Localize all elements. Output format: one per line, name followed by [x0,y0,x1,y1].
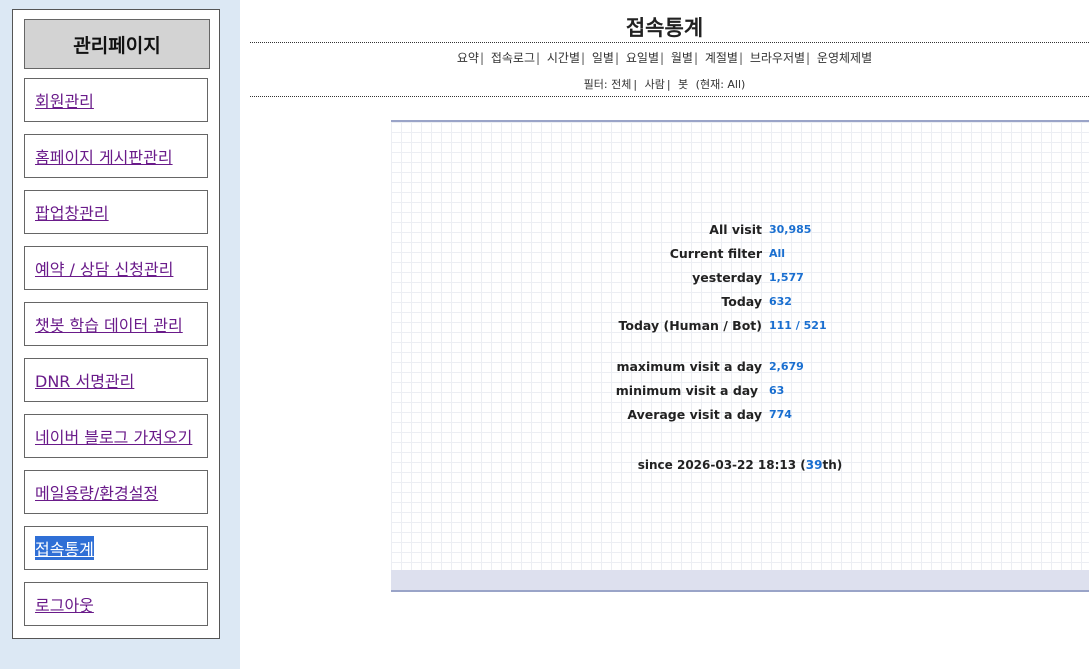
main-content: 접속통계 요약| 접속로그| 시간별| 일별| 요일별| 월별| 계절별| 브라… [240,0,1089,669]
filter-current: (현재: All) [695,78,746,91]
stat-today-human-bot: Today (Human / Bot) 111 / 521 [391,318,1089,338]
stat-label: All visit [709,222,762,237]
stat-value: 774 [769,408,792,421]
sidebar-item-label[interactable]: 회원관리 [35,88,94,112]
stat-label: Today [721,294,762,309]
sidebar-item-dnr[interactable]: DNR 서명관리 [24,358,208,402]
stat-avg-visit: Average visit a day 774 [391,407,1089,427]
since-suffix: th) [822,458,843,472]
sidebar-item-board[interactable]: 홈페이지 게시판관리 [24,134,208,178]
nav-os[interactable]: 운영체제별 [817,51,872,65]
sidebar-item-members[interactable]: 회원관리 [24,78,208,122]
stat-min-visit: minimum visit a day 63 [391,383,1089,403]
stat-label: yesterday [692,270,762,285]
page-title: 접속통계 [625,16,704,40]
stat-label: minimum visit a day [615,383,758,398]
filter-human[interactable]: 사람 [645,78,665,91]
app-root: 관리페이지 회원관리 홈페이지 게시판관리 팝업창관리 예약 / 상담 신청관리… [0,0,1089,669]
stat-value: 30,985 [769,223,812,236]
sidebar-item-label[interactable]: DNR 서명관리 [35,368,134,392]
stat-label: Current filter [669,246,762,261]
stat-value: 111 / 521 [769,319,827,332]
sidebar-item-mail-settings[interactable]: 메일용량/환경설정 [24,470,208,514]
nav-summary[interactable]: 요약 [457,51,479,65]
filter-bot[interactable]: 봇 [678,78,688,91]
stat-label: Average visit a day [627,407,762,422]
sidebar-panel: 관리페이지 회원관리 홈페이지 게시판관리 팝업창관리 예약 / 상담 신청관리… [12,9,220,639]
nav-seasonal[interactable]: 계절별 [705,51,738,65]
sidebar-item-label[interactable]: 홈페이지 게시판관리 [35,144,173,168]
stat-max-visit: maximum visit a day 2,679 [391,359,1089,379]
sidebar-item-logout[interactable]: 로그아웃 [24,582,208,626]
stat-value: 63 [769,384,785,397]
stat-value: 2,679 [769,360,804,373]
stat-label: maximum visit a day [616,359,762,374]
nav-monthly[interactable]: 월별 [671,51,693,65]
filter-row: 필터: 전체 | 사람 | 봇 (현재: All) [583,78,746,91]
sidebar-item-label[interactable]: 예약 / 상담 신청관리 [35,256,173,280]
sidebar-item-label[interactable]: 접속통계 [35,536,94,560]
stat-value: All [769,247,786,260]
sidebar-title: 관리페이지 [24,19,210,69]
sidebar-item-label[interactable]: 네이버 블로그 가져오기 [35,424,192,448]
stat-value: 632 [769,295,792,308]
filter-all[interactable]: 전체 [611,78,631,91]
since-days: 39 [805,458,823,472]
stat-value: 1,577 [769,271,804,284]
since-line: since 2026-03-22 18:13 (39th) [391,458,1089,472]
stats-panel: All visit 30,985 Current filter All yest… [391,120,1089,592]
sidebar-item-reservation[interactable]: 예약 / 상담 신청관리 [24,246,208,290]
sidebar: 관리페이지 회원관리 홈페이지 게시판관리 팝업창관리 예약 / 상담 신청관리… [0,0,240,669]
sidebar-item-naver-blog[interactable]: 네이버 블로그 가져오기 [24,414,208,458]
sidebar-item-statistics[interactable]: 접속통계 [24,526,208,570]
stat-yesterday: yesterday 1,577 [391,270,1089,290]
sidebar-item-label[interactable]: 메일용량/환경설정 [35,480,158,504]
since-prefix: since 2026-03-22 18:13 ( [637,458,806,472]
nav-weekday[interactable]: 요일별 [626,51,659,65]
stat-today: Today 632 [391,294,1089,314]
filter-label: 필터: [583,78,608,91]
stat-current-filter: Current filter All [391,246,1089,266]
sidebar-item-popup[interactable]: 팝업창관리 [24,190,208,234]
nav-browser[interactable]: 브라우저별 [750,51,805,65]
divider-bottom [250,96,1089,97]
sidebar-item-chatbot[interactable]: 챗봇 학습 데이터 관리 [24,302,208,346]
stats-nav: 요약| 접속로그| 시간별| 일별| 요일별| 월별| 계절별| 브라우저별| … [456,51,873,65]
sidebar-item-label[interactable]: 팝업창관리 [35,200,109,224]
divider-top [250,42,1089,43]
nav-hourly[interactable]: 시간별 [547,51,580,65]
nav-access-log[interactable]: 접속로그 [491,51,535,65]
stat-label: Today (Human / Bot) [618,318,762,333]
stat-all-visit: All visit 30,985 [391,222,1089,242]
sidebar-item-label[interactable]: 로그아웃 [35,592,94,616]
sidebar-item-label[interactable]: 챗봇 학습 데이터 관리 [35,312,183,336]
nav-daily[interactable]: 일별 [592,51,614,65]
stats-footer-bar [391,570,1089,590]
